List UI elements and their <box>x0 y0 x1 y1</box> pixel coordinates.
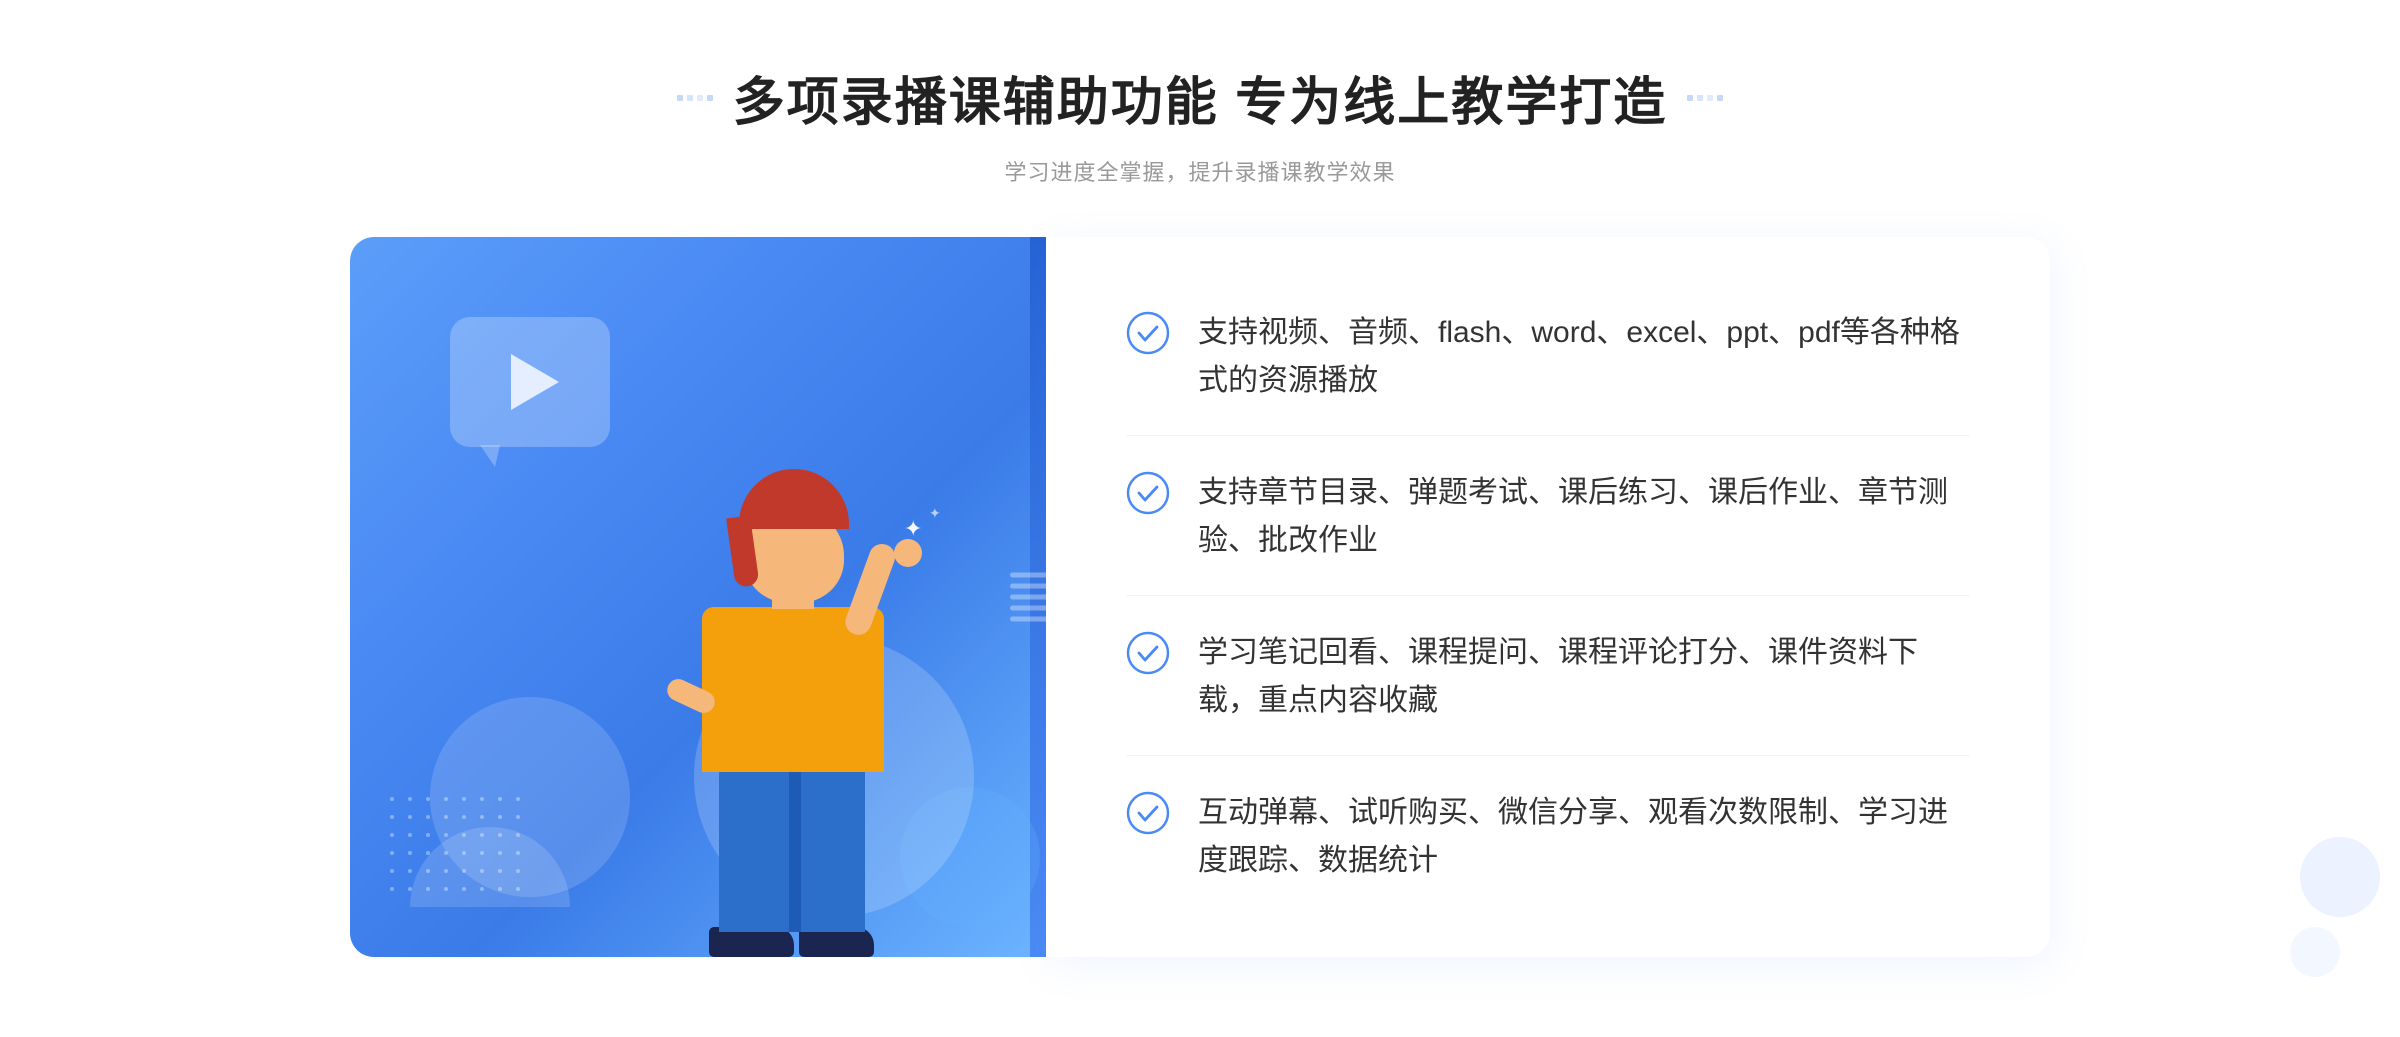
check-icon-4 <box>1126 791 1170 835</box>
dot-2 <box>687 95 693 101</box>
pants-middle <box>789 762 801 932</box>
deco-circle-right-1 <box>2300 837 2380 917</box>
dot-5 <box>1687 95 1693 101</box>
title-decoration-right <box>1687 95 1723 101</box>
play-bubble <box>450 317 610 447</box>
features-container: 支持视频、音频、flash、word、excel、ppt、pdf等各种格式的资源… <box>1046 237 2050 957</box>
pants-right <box>797 762 865 932</box>
title-decoration-left <box>677 95 713 101</box>
arm-right <box>842 540 899 638</box>
hand-tip <box>894 539 922 567</box>
feature-item-3: 学习笔记回看、课程提问、课程评论打分、课件资料下载，重点内容收藏 <box>1126 599 1970 756</box>
check-icon-3 <box>1126 631 1170 675</box>
person-figure: ✦ ✦ <box>614 357 994 957</box>
page-wrapper: 多项录播课辅助功能 专为线上教学打造 学习进度全掌握，提升录播课教学效果 » <box>0 0 2400 1037</box>
stripe-decoration <box>1010 573 1060 622</box>
main-title: 多项录播课辅助功能 专为线上教学打造 <box>733 60 1667 135</box>
dot-8 <box>1717 95 1723 101</box>
star-large: ✦ <box>904 516 922 542</box>
dot-4 <box>707 95 713 101</box>
feature-text-2: 支持章节目录、弹题考试、课后练习、课后作业、章节测验、批改作业 <box>1198 469 1970 565</box>
circle-large <box>430 697 630 897</box>
deco-circle-right-2 <box>2290 927 2340 977</box>
dot-6 <box>1697 95 1703 101</box>
feature-item-2: 支持章节目录、弹题考试、课后练习、课后作业、章节测验、批改作业 <box>1126 439 1970 596</box>
play-icon <box>511 354 559 410</box>
hair-top <box>739 469 849 529</box>
header-section: 多项录播课辅助功能 专为线上教学打造 学习进度全掌握，提升录播课教学效果 <box>677 60 1723 187</box>
title-row: 多项录播课辅助功能 专为线上教学打造 <box>677 60 1723 135</box>
feature-item-1: 支持视频、音频、flash、word、excel、ppt、pdf等各种格式的资源… <box>1126 279 1970 436</box>
feature-item-4: 互动弹幕、试听购买、微信分享、观看次数限制、学习进度跟踪、数据统计 <box>1126 759 1970 915</box>
feature-text-4: 互动弹幕、试听购买、微信分享、观看次数限制、学习进度跟踪、数据统计 <box>1198 789 1970 885</box>
dot-1 <box>677 95 683 101</box>
dot-3 <box>697 95 703 101</box>
illustration-container: ✦ ✦ <box>350 237 1030 957</box>
subtitle: 学习进度全掌握，提升录播课教学效果 <box>677 155 1723 187</box>
pants-left <box>719 762 791 932</box>
feature-text-1: 支持视频、音频、flash、word、excel、ppt、pdf等各种格式的资源… <box>1198 309 1970 405</box>
check-icon-2 <box>1126 471 1170 515</box>
content-area: ✦ ✦ 支持视频、音频、flash、word、excel、ppt、pd <box>350 237 2050 957</box>
star-small: ✦ <box>929 505 941 522</box>
check-icon-1 <box>1126 311 1170 355</box>
feature-text-3: 学习笔记回看、课程提问、课程评论打分、课件资料下载，重点内容收藏 <box>1198 629 1970 725</box>
dot-7 <box>1707 95 1713 101</box>
